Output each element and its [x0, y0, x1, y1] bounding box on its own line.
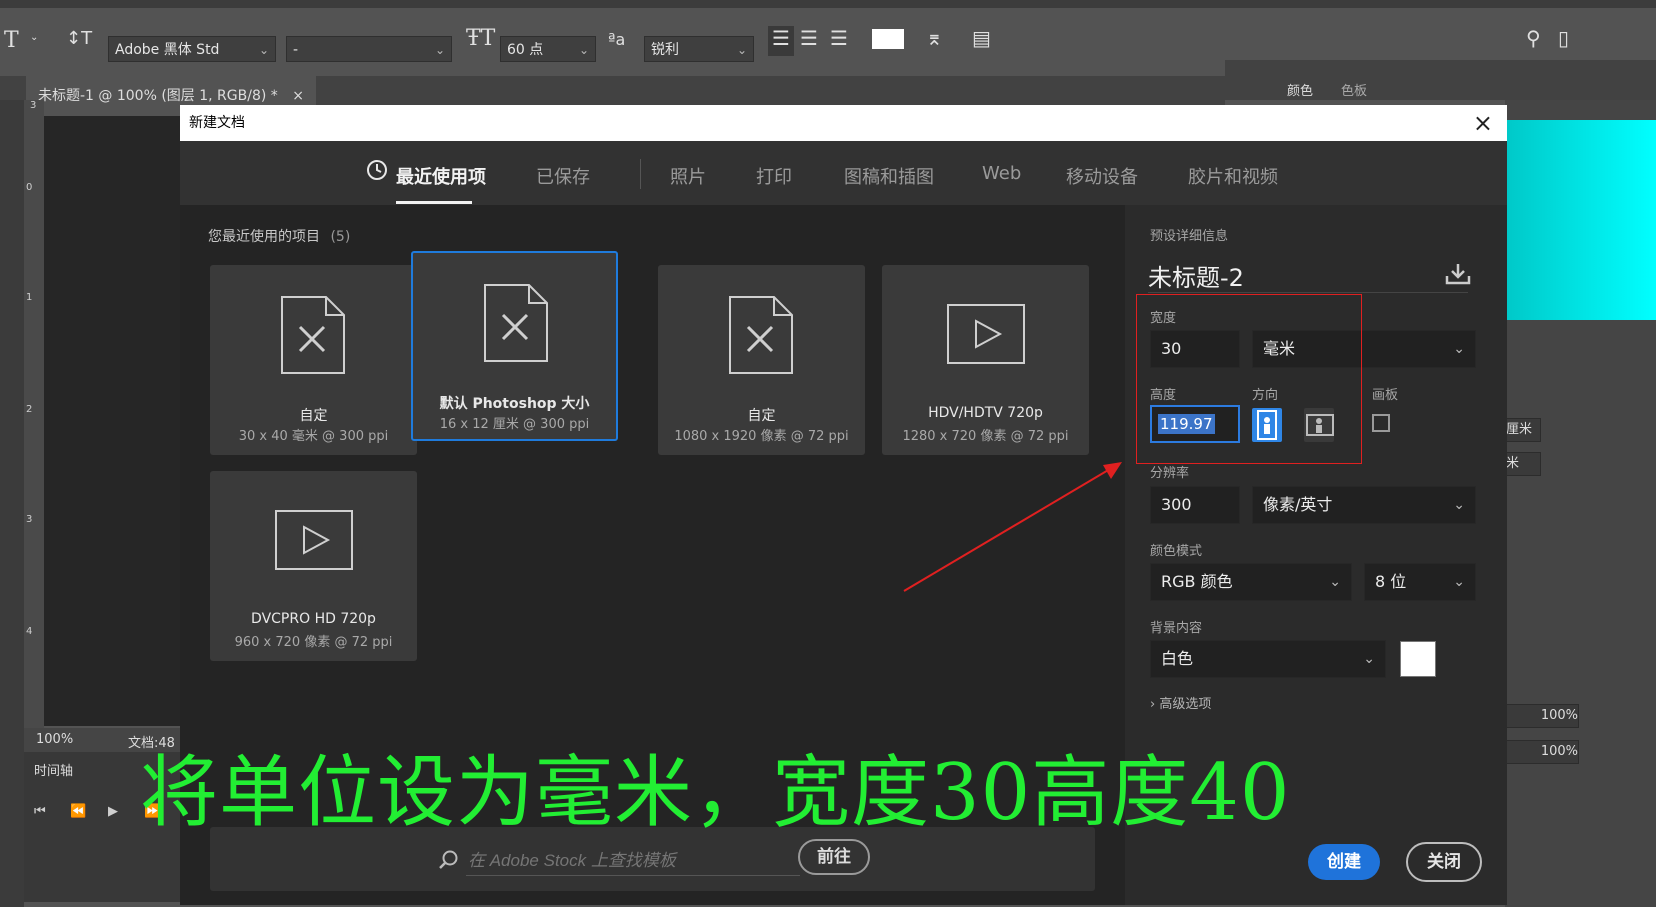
anti-alias-select[interactable]: 锐利 ⌄: [644, 36, 754, 62]
font-style-select[interactable]: - ⌄: [286, 36, 452, 62]
tab-swatches[interactable]: 色板: [1341, 80, 1367, 99]
color-mode-select[interactable]: RGB 颜色 ⌄: [1150, 563, 1352, 601]
chevron-down-icon: ⌄: [736, 43, 747, 57]
background-label: 背景内容: [1150, 621, 1203, 636]
play-icon[interactable]: ▶: [108, 804, 118, 819]
menu-bar: [0, 0, 1656, 8]
vertical-ruler: 3 0 1 2 3 4: [24, 100, 44, 730]
advanced-options-toggle[interactable]: › 高级选项: [1150, 693, 1211, 712]
anti-alias-icon: ªa: [608, 30, 626, 49]
create-button[interactable]: 创建: [1308, 844, 1380, 880]
search-icon: [439, 850, 458, 869]
chevron-down-icon[interactable]: ⌄: [30, 32, 38, 43]
video-icon: [275, 510, 353, 570]
chevron-down-icon: ⌄: [1453, 341, 1465, 357]
resolution-unit-select[interactable]: 像素/英寸 ⌄: [1252, 486, 1476, 524]
preset-category-tabs: 最近使用项 已保存 照片 打印 图稿和插图 Web 移动设备 胶片和视频: [180, 141, 1507, 205]
annotation-arrow: [903, 462, 1122, 592]
align-center-icon[interactable]: ☰: [800, 26, 818, 50]
prev-frame-icon[interactable]: ⏪: [70, 804, 86, 819]
font-size-select[interactable]: 60 点 ⌄: [500, 36, 596, 62]
dialog-title: 新建文档: [189, 115, 245, 131]
recent-item-custom-30x40[interactable]: 自定 30 x 40 毫米 @ 300 ppi: [210, 265, 417, 455]
highlight-box: [1136, 294, 1362, 464]
align-left-icon[interactable]: ☰: [768, 26, 794, 56]
font-size-icon: ŦT: [466, 26, 496, 51]
active-tab-indicator: [396, 201, 472, 204]
document-icon: [729, 296, 793, 374]
color-picker-field[interactable]: [1505, 120, 1656, 320]
tab-print[interactable]: 打印: [756, 163, 792, 189]
tab-art-illustration[interactable]: 图稿和插图: [844, 163, 934, 189]
recent-item-default-photoshop[interactable]: 默认 Photoshop 大小 16 x 12 厘米 @ 300 ppi: [411, 251, 618, 441]
close-button[interactable]: 关闭: [1406, 842, 1482, 882]
tab-mobile[interactable]: 移动设备: [1066, 163, 1138, 189]
stock-search-input[interactable]: [466, 847, 800, 876]
dialog-title-bar: 新建文档 ×: [180, 105, 1507, 141]
chevron-down-icon: ⌄: [1363, 651, 1375, 667]
recent-item-hdv-720p[interactable]: HDV/HDTV 720p 1280 x 720 像素 @ 72 ppi: [882, 265, 1089, 455]
recent-item-dvcpro-720p[interactable]: DVCPRO HD 720p 960 x 720 像素 @ 72 ppi: [210, 471, 417, 661]
tab-photo[interactable]: 照片: [670, 163, 706, 189]
go-button[interactable]: 前往: [798, 839, 870, 875]
chevron-right-icon: ›: [1150, 697, 1156, 712]
background-color-swatch[interactable]: [1400, 641, 1436, 677]
tools-panel: [0, 100, 24, 907]
font-family-select[interactable]: Adobe 黑体 Std ⌄: [108, 36, 276, 62]
chevron-down-icon: ⌄: [1329, 574, 1341, 590]
artboard-checkbox[interactable]: [1372, 414, 1390, 432]
type-tool-icon[interactable]: T: [4, 28, 19, 53]
background-select[interactable]: 白色 ⌄: [1150, 640, 1386, 678]
clock-icon: [366, 159, 388, 185]
tab-film-video[interactable]: 胶片和视频: [1188, 163, 1278, 189]
name-underline: [1148, 292, 1468, 293]
tab-color[interactable]: 颜色: [1287, 80, 1313, 99]
chevron-down-icon: ⌄: [1453, 497, 1465, 513]
close-icon[interactable]: ×: [1473, 109, 1493, 137]
chevron-down-icon: ⌄: [1453, 574, 1465, 590]
workspace-icon[interactable]: ▯: [1558, 26, 1569, 50]
recent-header: 您最近使用的项目 (5): [208, 229, 351, 245]
document-icon: [281, 296, 345, 374]
document-name-field[interactable]: 未标题-2: [1148, 258, 1244, 293]
first-frame-icon[interactable]: ⏮: [34, 804, 46, 819]
video-icon: [947, 304, 1025, 364]
panel-tabs: 颜色 色板: [1225, 60, 1656, 100]
chevron-down-icon: ⌄: [258, 43, 269, 57]
resolution-label: 分辨率: [1150, 466, 1190, 481]
chevron-down-icon: ⌄: [578, 43, 589, 57]
tutorial-caption: 将单位设为毫米，宽度30高度40: [140, 748, 1291, 838]
chevron-down-icon: ⌄: [434, 43, 445, 57]
text-color-swatch[interactable]: [872, 29, 904, 49]
warp-text-icon[interactable]: ⌆: [926, 26, 943, 50]
search-icon[interactable]: ⚲: [1526, 26, 1541, 50]
artboard-label: 画板: [1372, 388, 1399, 403]
resolution-input[interactable]: 300: [1150, 486, 1240, 524]
tab-web[interactable]: Web: [982, 163, 1021, 184]
close-icon[interactable]: ×: [292, 88, 304, 104]
bit-depth-select[interactable]: 8 位 ⌄: [1364, 563, 1476, 601]
document-icon: [484, 284, 548, 362]
text-orientation-icon[interactable]: ↕T: [66, 28, 92, 49]
tab-recent[interactable]: 最近使用项: [396, 163, 486, 189]
recent-item-custom-1080x1920[interactable]: 自定 1080 x 1920 像素 @ 72 ppi: [658, 265, 865, 455]
tab-saved[interactable]: 已保存: [536, 163, 590, 189]
align-right-icon[interactable]: ☰: [830, 26, 848, 50]
preset-details-title: 预设详细信息: [1150, 229, 1229, 244]
save-preset-icon[interactable]: [1444, 262, 1472, 286]
tab-separator: [640, 159, 641, 189]
canvas-area[interactable]: [44, 116, 184, 726]
character-panel-icon[interactable]: ▤: [972, 26, 991, 50]
color-mode-label: 颜色模式: [1150, 544, 1203, 559]
